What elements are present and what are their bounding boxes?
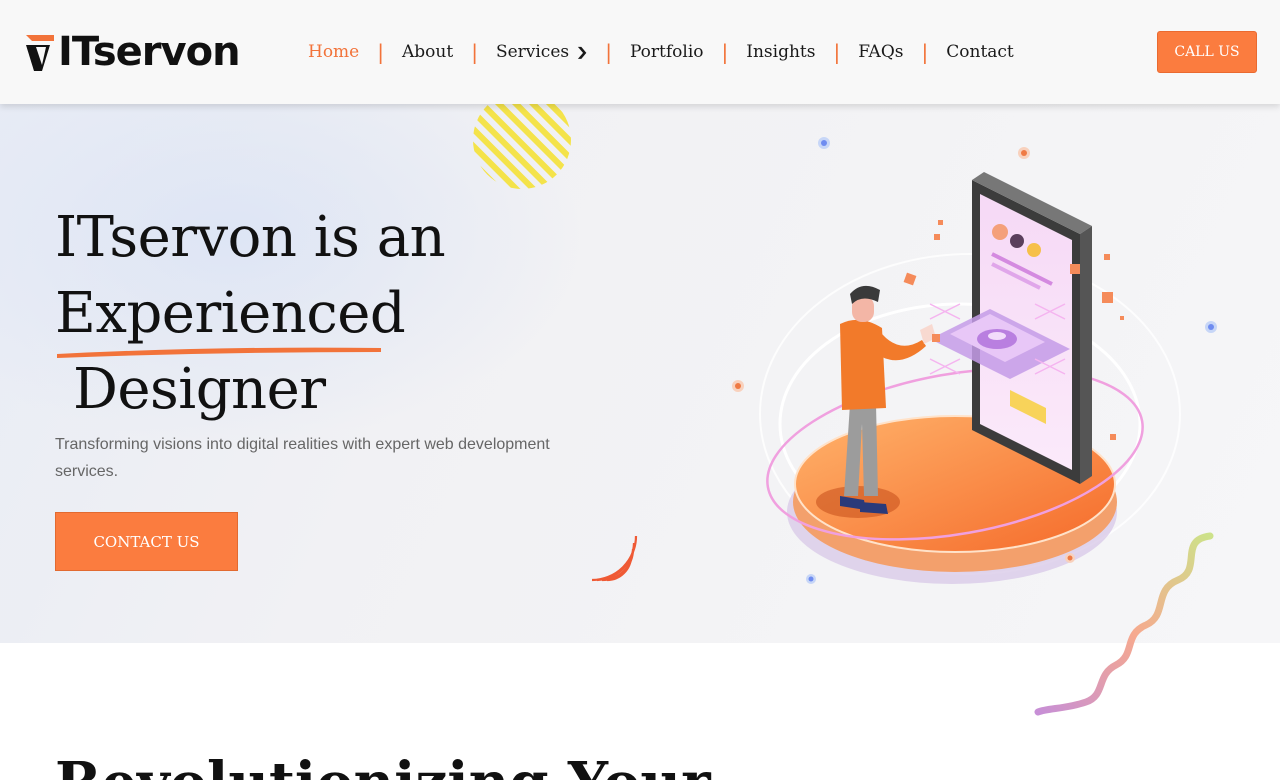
logo-mark-icon: [26, 35, 54, 71]
nav-services[interactable]: Services ❯: [478, 42, 605, 62]
hero-headline: ITservon is an Experienced Designer: [55, 200, 446, 428]
hero-subtitle: Transforming visions into digital realit…: [55, 436, 550, 480]
nav-about[interactable]: About: [384, 42, 471, 62]
call-us-button[interactable]: CALL US: [1157, 31, 1257, 73]
nav-separator: |: [833, 40, 841, 64]
nav-separator: |: [721, 40, 729, 64]
site-header: ITservon Home | About | Services ❯ | Por…: [0, 0, 1280, 104]
arc-rings-decoration: [591, 535, 638, 582]
section-title: Revolutionizing Your: [55, 753, 711, 780]
headline-line-3: Designer: [73, 357, 326, 422]
squiggle-decoration: [1034, 532, 1214, 716]
headline-highlight-text: Experienced: [55, 281, 406, 346]
chevron-down-icon: ❯: [575, 45, 589, 59]
brush-underline-decoration: [57, 347, 381, 358]
nav-insights[interactable]: Insights: [728, 42, 833, 62]
nav-faqs[interactable]: FAQs: [840, 42, 921, 62]
nav-portfolio[interactable]: Portfolio: [612, 42, 722, 62]
nav-contact[interactable]: Contact: [928, 42, 1032, 62]
nav-separator: |: [921, 40, 929, 64]
nav-separator: |: [605, 40, 612, 64]
nav-separator: |: [377, 40, 384, 64]
headline-line-1: ITservon is an: [55, 205, 446, 270]
nav-services-label: Services: [495, 42, 570, 62]
contact-us-button[interactable]: CONTACT US: [55, 512, 238, 571]
logo[interactable]: ITservon: [24, 29, 241, 75]
logo-text: ITservon: [58, 29, 241, 75]
headline-highlight: Experienced: [55, 276, 406, 358]
main-nav: Home | About | Services ❯ | Portfolio | …: [290, 40, 1032, 64]
nav-home[interactable]: Home: [290, 42, 377, 62]
nav-separator: |: [471, 40, 478, 64]
striped-circle-decoration: [473, 104, 571, 189]
